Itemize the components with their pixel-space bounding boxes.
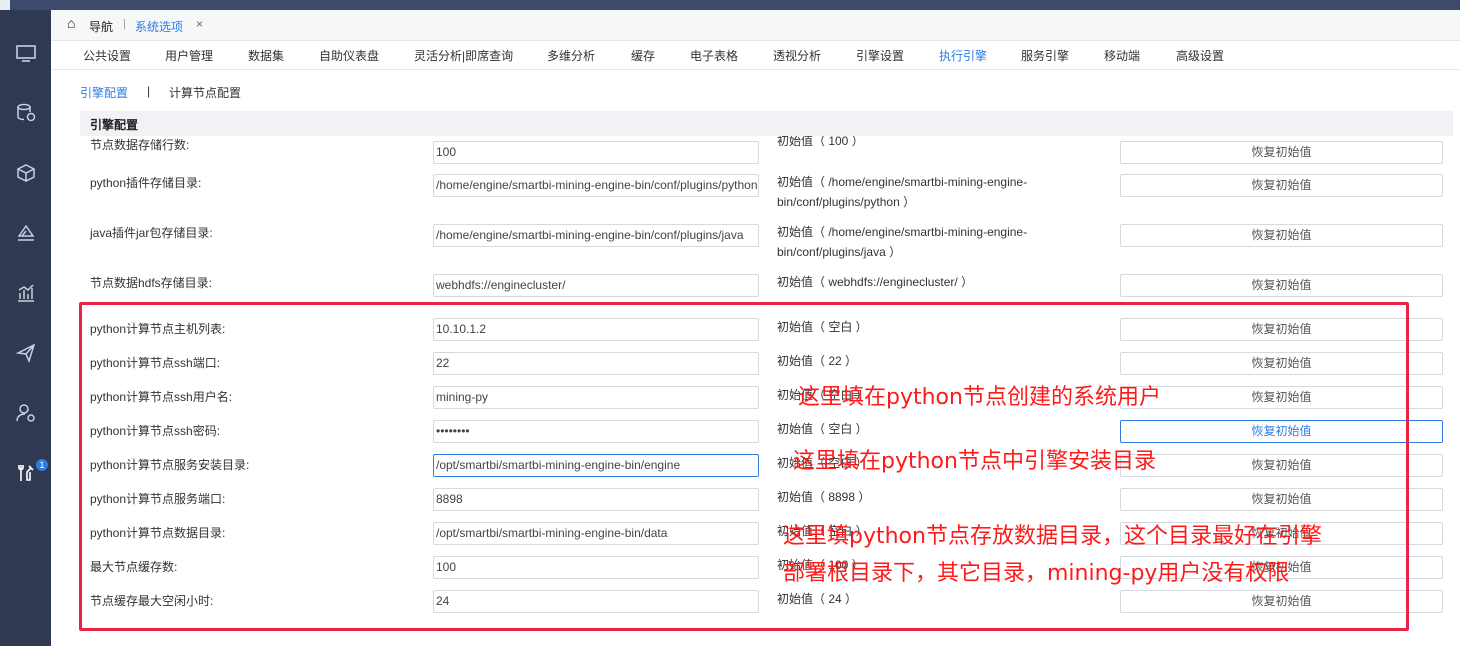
annotation-permission-note: 部署根目录下，其它目录，mining-py用户没有权限 bbox=[783, 561, 1290, 586]
password-input[interactable]: •••••••• bbox=[433, 420, 759, 443]
row-value-input[interactable]: webhdfs://enginecluster/ bbox=[433, 274, 759, 297]
tab-self-dashboard[interactable]: 自助仪表盘 bbox=[319, 47, 379, 64]
nav-home-label[interactable]: 导航 bbox=[89, 18, 113, 35]
tab-user-management[interactable]: 用户管理 bbox=[165, 47, 213, 64]
row-value-input[interactable]: /opt/smartbi/smartbi-mining-engine-bin/d… bbox=[433, 522, 759, 545]
restore-default-button[interactable]: 恢复初始值 bbox=[1120, 454, 1443, 477]
subtab-separator: | bbox=[147, 84, 151, 98]
subtab-compute-node-config[interactable]: 计算节点配置 bbox=[169, 84, 241, 101]
sidebar: 1 bbox=[0, 10, 51, 646]
row-label: 节点缓存最大空闲小时: bbox=[90, 594, 214, 608]
tab-dataset[interactable]: 数据集 bbox=[248, 47, 284, 64]
tab-public-settings[interactable]: 公共设置 bbox=[83, 47, 131, 64]
tab-execution-engine[interactable]: 执行引擎 bbox=[939, 47, 987, 64]
tab-service-engine[interactable]: 服务引擎 bbox=[1021, 47, 1069, 64]
row-value-input[interactable]: 8898 bbox=[433, 488, 759, 511]
restore-default-button[interactable]: 恢复初始值 bbox=[1120, 224, 1443, 247]
restore-default-button[interactable]: 恢复初始值 bbox=[1120, 274, 1443, 297]
row-value-input[interactable]: 22 bbox=[433, 352, 759, 375]
restore-default-button[interactable]: 恢复初始值 bbox=[1120, 352, 1443, 375]
restore-default-button[interactable]: 恢复初始值 bbox=[1120, 420, 1443, 443]
row-label: python计算节点服务安装目录: bbox=[90, 458, 250, 472]
tab-flexible-analysis[interactable]: 灵活分析|即席查询 bbox=[414, 47, 513, 64]
config-row: python计算节点主机列表: 10.10.1.2 初始值（ 空白 ） 恢复初始… bbox=[51, 308, 1460, 342]
window-top-bar bbox=[0, 0, 1460, 10]
row-label: python计算节点ssh密码: bbox=[90, 424, 221, 438]
tab-pivot-analysis[interactable]: 透视分析 bbox=[773, 47, 821, 64]
config-row: python计算节点服务端口: 8898 初始值（ 8898 ） 恢复初始值 bbox=[51, 478, 1460, 512]
cube-icon[interactable] bbox=[12, 159, 40, 187]
row-value-input[interactable]: /home/engine/smartbi-mining-engine-bin/c… bbox=[433, 224, 759, 247]
config-row: 节点数据存储行数: 100 初始值（ 100 ） 恢复初始值 bbox=[51, 136, 1460, 170]
section-header: 引擎配置 bbox=[80, 111, 1453, 136]
tab-spreadsheet[interactable]: 电子表格 bbox=[690, 47, 738, 64]
tab-cache[interactable]: 缓存 bbox=[631, 47, 655, 64]
row-label: python插件存储目录: bbox=[90, 176, 202, 190]
settings-tabs: 公共设置 用户管理 数据集 自助仪表盘 灵活分析|即席查询 多维分析 缓存 电子… bbox=[51, 41, 1460, 70]
row-initial-value: 初始值（ 22 ） bbox=[777, 354, 858, 368]
row-initial-value: 初始值（ /home/engine/smartbi-mining-engine-… bbox=[777, 225, 1028, 259]
restore-default-button[interactable]: 恢复初始值 bbox=[1120, 386, 1443, 409]
restore-default-button[interactable]: 恢复初始值 bbox=[1120, 590, 1443, 613]
row-initial-value: 初始值（ /home/engine/smartbi-mining-engine-… bbox=[777, 175, 1028, 209]
tab-advanced-settings[interactable]: 高级设置 bbox=[1176, 47, 1224, 64]
row-label: 节点数据存储行数: bbox=[90, 138, 190, 152]
database-settings-icon[interactable] bbox=[12, 99, 40, 127]
config-row: 节点数据hdfs存储目录: webhdfs://enginecluster/ 初… bbox=[51, 274, 1460, 308]
tab-multidimensional[interactable]: 多维分析 bbox=[547, 47, 595, 64]
monitor-icon[interactable] bbox=[12, 40, 40, 68]
row-label: python计算节点服务端口: bbox=[90, 492, 226, 506]
restore-default-button[interactable]: 恢复初始值 bbox=[1120, 318, 1443, 341]
row-value-input[interactable]: 24 bbox=[433, 590, 759, 613]
row-label: java插件jar包存储目录: bbox=[90, 226, 213, 240]
row-initial-value: 初始值（ 100 ） bbox=[777, 136, 864, 148]
row-label: python计算节点数据目录: bbox=[90, 526, 226, 540]
annotation-install-dir: 这里填在python节点中引擎安装目录 bbox=[793, 449, 1156, 474]
window-corner bbox=[0, 0, 10, 10]
config-row: python计算节点ssh用户名: mining-py 初始值（ 空白 ） 恢复… bbox=[51, 376, 1460, 410]
config-row: python插件存储目录: /home/engine/smartbi-minin… bbox=[51, 174, 1460, 209]
close-icon[interactable]: × bbox=[196, 17, 203, 31]
row-label: python计算节点ssh用户名: bbox=[90, 390, 233, 404]
annotation-ssh-user: 这里填在python节点创建的系统用户 bbox=[798, 385, 1161, 410]
row-label: python计算节点主机列表: bbox=[90, 322, 226, 336]
row-value-input[interactable]: /home/engine/smartbi-mining-engine-bin/c… bbox=[433, 174, 759, 197]
row-initial-value: 初始值（ 24 ） bbox=[777, 592, 858, 606]
config-row: python计算节点服务安装目录: /opt/smartbi/smartbi-m… bbox=[51, 444, 1460, 478]
nav-separator: | bbox=[123, 18, 126, 30]
row-label: 节点数据hdfs存储目录: bbox=[90, 276, 213, 290]
tab-system-options[interactable]: 系统选项 bbox=[135, 18, 183, 35]
tab-engine-settings[interactable]: 引擎设置 bbox=[856, 47, 904, 64]
section-title: 引擎配置 bbox=[90, 118, 139, 132]
config-row: python计算节点ssh密码: •••••••• 初始值（ 空白 ） 恢复初始… bbox=[51, 410, 1460, 444]
user-settings-icon[interactable] bbox=[12, 399, 40, 427]
tab-mobile[interactable]: 移动端 bbox=[1104, 47, 1140, 64]
send-icon[interactable] bbox=[12, 339, 40, 367]
row-label: python计算节点ssh端口: bbox=[90, 356, 221, 370]
annotation-data-dir: 这里填python节点存放数据目录，这个目录最好在引擎 bbox=[783, 524, 1322, 549]
home-icon[interactable]: ⌂ bbox=[67, 15, 75, 31]
subtab-engine-config[interactable]: 引擎配置 bbox=[80, 84, 128, 101]
restore-default-button[interactable]: 恢复初始值 bbox=[1120, 174, 1443, 197]
row-value-input[interactable]: 100 bbox=[433, 141, 759, 164]
config-row: java插件jar包存储目录: /home/engine/smartbi-min… bbox=[51, 224, 1460, 259]
row-value-input[interactable]: 10.10.1.2 bbox=[433, 318, 759, 341]
chart-icon[interactable] bbox=[12, 279, 40, 307]
row-initial-value: 初始值（ webhdfs://enginecluster/ ） bbox=[777, 275, 974, 289]
row-value-input[interactable]: /opt/smartbi/smartbi-mining-engine-bin/e… bbox=[433, 454, 759, 477]
restore-default-button[interactable]: 恢复初始值 bbox=[1120, 141, 1443, 164]
restore-default-button[interactable]: 恢复初始值 bbox=[1120, 488, 1443, 511]
row-value-input[interactable]: 100 bbox=[433, 556, 759, 579]
row-initial-value: 初始值（ 8898 ） bbox=[777, 490, 871, 504]
navigation-bar: ⌂ 导航 | 系统选项 × bbox=[51, 10, 1460, 41]
row-label: 最大节点缓存数: bbox=[90, 560, 178, 574]
notification-badge: 1 bbox=[36, 459, 48, 471]
row-value-input[interactable]: mining-py bbox=[433, 386, 759, 409]
config-row: python计算节点ssh端口: 22 初始值（ 22 ） 恢复初始值 bbox=[51, 342, 1460, 376]
row-initial-value: 初始值（ 空白 ） bbox=[777, 320, 868, 334]
layers-icon[interactable] bbox=[12, 219, 40, 247]
row-initial-value: 初始值（ 空白 ） bbox=[777, 422, 868, 436]
